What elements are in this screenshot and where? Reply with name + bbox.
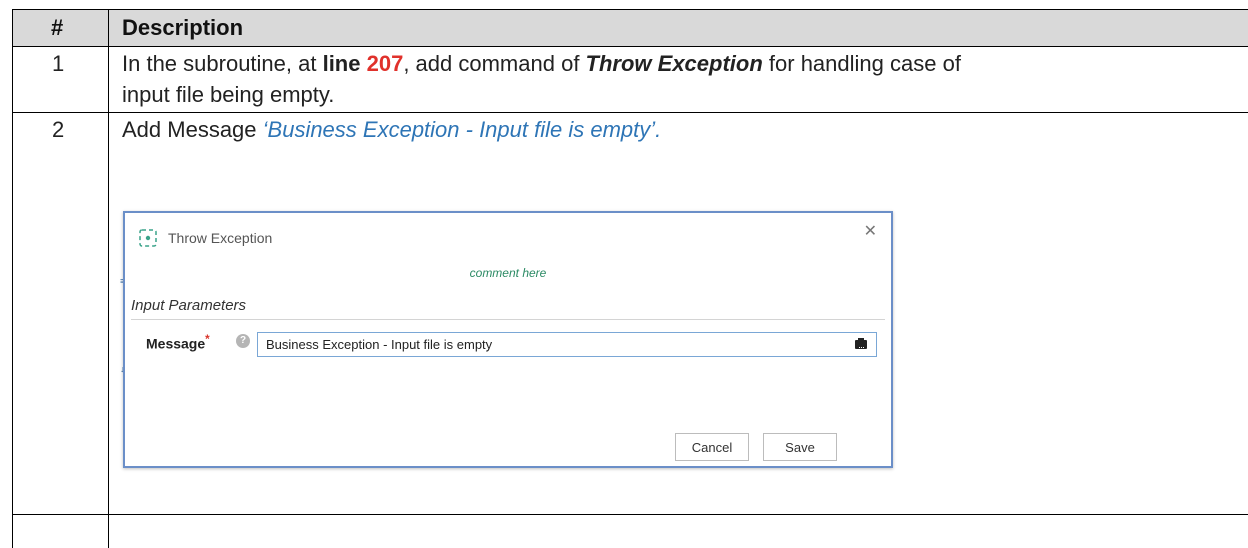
close-icon[interactable]: ✕	[864, 221, 877, 241]
row-1-number: 1	[52, 51, 65, 76]
row-1-description-line2: input file being empty.	[122, 82, 335, 107]
message-label: Message*	[146, 333, 210, 352]
dialog-title: Throw Exception	[168, 230, 273, 246]
message-label-text: Message	[146, 335, 206, 352]
message-input[interactable]	[257, 332, 877, 357]
table-border-top	[12, 9, 1248, 10]
row-1-description-line1: In the subroutine, at line 207, add comm…	[122, 48, 961, 80]
comment-field[interactable]: comment here	[125, 266, 891, 280]
section-divider	[131, 319, 885, 320]
text-span: for handling case of	[762, 51, 961, 76]
header-description: Description	[122, 15, 244, 40]
table-column-divider	[108, 9, 109, 548]
line-number: 207	[366, 51, 404, 76]
cancel-button[interactable]: Cancel	[675, 433, 749, 461]
throw-exception-dialog: Throw Exception ✕ comment here Input Par…	[123, 211, 893, 468]
section-input-parameters: Input Parameters	[131, 297, 247, 314]
header-number: #	[51, 15, 64, 40]
table-border-left	[12, 9, 13, 548]
throw-exception-icon	[139, 229, 157, 247]
variable-picker-icon[interactable]	[854, 337, 868, 351]
table-row-divider	[12, 46, 1248, 47]
table-row-divider	[12, 514, 1248, 515]
command-name: Throw Exception	[585, 51, 763, 76]
text-span: In the subroutine, at	[122, 51, 323, 76]
text-span: , add command of	[403, 51, 586, 76]
line-word: line	[322, 51, 361, 76]
required-marker: *	[205, 333, 210, 346]
text-span: Add Message	[122, 117, 263, 142]
row-2-description: Add Message ‘Business Exception - Input …	[122, 114, 661, 146]
save-button[interactable]: Save	[763, 433, 837, 461]
message-text: ‘Business Exception - Input file is empt…	[262, 117, 662, 142]
question-icon[interactable]: ?	[236, 334, 250, 348]
table-row-divider	[12, 112, 1248, 113]
row-2-number: 2	[52, 117, 65, 142]
